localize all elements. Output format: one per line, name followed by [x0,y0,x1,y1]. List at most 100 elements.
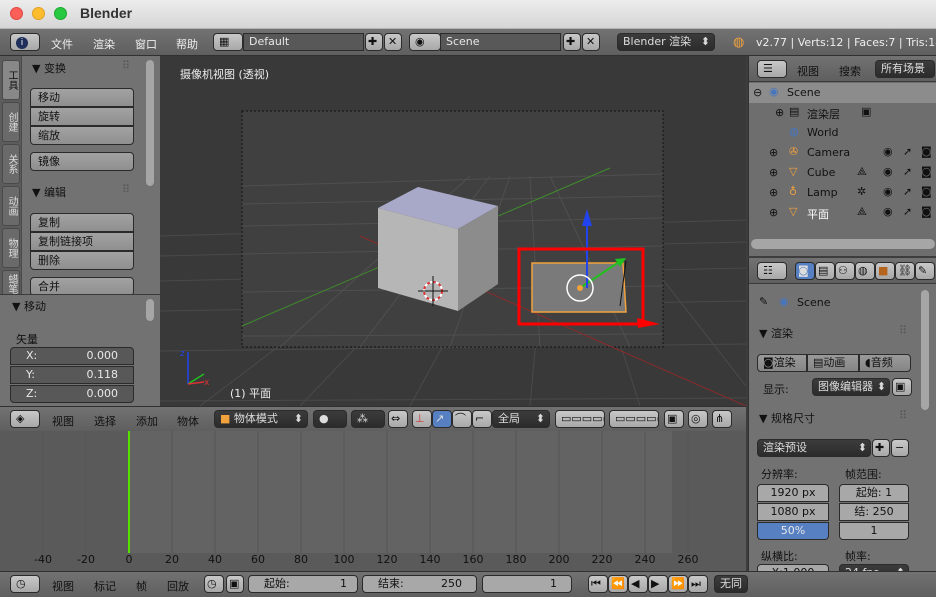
render-panel-title[interactable]: ▼ 渲染 [759,325,793,341]
editor-type-button[interactable]: i [10,33,40,51]
menu-select[interactable]: 选择 [94,413,116,429]
outliner-filter-dropdown[interactable]: 所有场景 [875,60,935,78]
jump-start-button[interactable]: ⏮ [588,575,608,593]
scene-field[interactable]: Scene [440,33,561,51]
expand-icon[interactable]: ⊕ [769,206,778,219]
editor-type-button[interactable]: ◈ [10,410,40,428]
render-animation-button[interactable]: ▤动画 [807,354,859,372]
tab-tools[interactable]: 工具 [2,60,20,100]
cube-object[interactable] [378,187,498,311]
vector-x-field[interactable]: X: 0.000 [10,347,134,365]
play-reverse-button[interactable]: ◀ [628,575,648,593]
outliner-row-lamp[interactable]: ⊕ ♁ Lamp ✲ ◉ ➚ ◙ [749,183,936,203]
pin-icon[interactable]: ✎ [759,295,768,308]
outliner-hscrollbar[interactable] [751,239,935,249]
render-engine-dropdown[interactable]: Blender 渲染 ⬍ [617,33,715,51]
3d-viewport[interactable]: z x 摄像机视图 (透视) (1) 平面 [160,56,746,406]
scrollbar-thumb[interactable] [146,299,154,321]
mode-dropdown[interactable]: ■ 物体模式 ⬍ [214,410,308,428]
remove-preset-button[interactable]: − [891,439,909,457]
move-button[interactable]: 移动 [30,88,134,107]
add-scene-button[interactable]: ✚ [563,33,581,51]
render-image-button[interactable]: ◙渲染 [757,354,807,372]
expand-icon[interactable]: ⊕ [769,186,778,199]
shading-dropdown[interactable]: ● [313,410,347,428]
frame-step-field[interactable]: 1 [839,522,909,540]
close-window-button[interactable] [10,7,23,20]
rotate-button[interactable]: 旋转 [30,107,134,126]
sync-dropdown[interactable]: 无同 [714,575,748,593]
operator-scrollbar[interactable] [146,299,154,321]
end-frame-field[interactable]: 结束: 250 [362,575,477,593]
remove-screen-button[interactable]: ✕ [384,33,402,51]
snap-button[interactable]: ⋔ [712,410,732,428]
scene-context-tab[interactable]: ⚇ [835,262,855,280]
display-dropdown[interactable]: 图像编辑器 ⬍ [812,378,890,396]
play-button[interactable]: ▶ [648,575,668,593]
tab-relations[interactable]: 关系 [2,144,20,184]
expand-icon[interactable]: ⊕ [775,106,784,119]
eye-icon[interactable]: ◉ [883,185,893,198]
render-context-tab[interactable]: ◙ [795,262,815,280]
scale-button[interactable]: 缩放 [30,126,134,145]
mirror-button[interactable]: 镜像 [30,152,134,171]
add-preset-button[interactable]: ✚ [872,439,890,457]
translate-manipulator[interactable]: ⊥ [412,410,432,428]
outliner-row-world[interactable]: ◍ World [749,123,936,143]
scale-manipulator[interactable]: ⌐ [472,410,492,428]
render-presets-dropdown[interactable]: 渲染预设 ⬍ [757,439,871,457]
drag-handle-icon[interactable]: ⠿ [899,324,907,337]
duplicate-linked-button[interactable]: 复制链接项 [30,232,134,251]
constraints-context-tab[interactable]: ⛓ [895,262,915,280]
outliner-row-render-layers[interactable]: ⊕ ▤ 渲染层 ▣ [749,103,936,123]
editor-type-button[interactable]: ☰ [757,60,787,78]
timeline[interactable]: -40 -20 0 20 40 60 80 100 120 140 160 180 200 220 240 2… [0,431,746,571]
menu-view[interactable]: 视图 [52,413,74,429]
vector-z-field[interactable]: Z: 0.000 [10,385,134,403]
outliner-row-camera[interactable]: ⊕ ✇ Camera ◉ ➚ ◙ [749,143,936,163]
menu-render[interactable]: 渲染 [93,36,115,52]
editor-type-button[interactable]: ☷ [757,262,787,280]
delete-button[interactable]: 删除 [30,251,134,270]
lock-interface-button[interactable]: ▣ [892,378,912,396]
screen-layout-selector[interactable]: ▦ [213,33,243,51]
frame-end-field[interactable]: 结: 250 [839,503,909,521]
outliner-row-plane[interactable]: ⊕ ▽ 平面 ⟁ ◉ ➚ ◙ [749,203,936,223]
edit-panel-title[interactable]: ▼ 编辑 [32,184,66,200]
proportional-edit-button[interactable]: ◎ [688,410,708,428]
drag-handle-icon[interactable]: ⠿ [122,59,130,72]
frame-start-field[interactable]: 起始: 1 [839,484,909,502]
current-frame-field[interactable]: 1 [482,575,572,593]
eye-icon[interactable]: ◉ [883,205,893,218]
expand-icon[interactable]: ⊕ [769,166,778,179]
dimensions-panel-title[interactable]: ▼ 规格尺寸 [759,410,815,426]
zoom-window-button[interactable] [54,7,67,20]
start-frame-field[interactable]: 起始: 1 [248,575,358,593]
menu-file[interactable]: 文件 [51,36,73,52]
collapse-icon[interactable]: ⊖ [753,86,762,99]
menu-marker[interactable]: 标记 [94,578,116,594]
menu-playback[interactable]: 回放 [167,578,189,594]
camera-render-icon[interactable]: ◙ [921,145,932,158]
rotate-manipulator[interactable]: ⌒ [452,410,472,428]
editor-type-button[interactable]: ◷ [10,575,40,593]
menu-view[interactable]: 视图 [52,578,74,594]
cursor-select-icon[interactable]: ➚ [903,185,912,198]
preview-range-button[interactable]: ◷ [204,575,224,593]
world-context-tab[interactable]: ◍ [855,262,875,280]
layer-buttons-2[interactable]: ▭▭▭▭▭ [609,410,659,428]
prev-keyframe-button[interactable]: ⏪ [608,575,628,593]
tab-physics[interactable]: 物理 [2,228,20,268]
remove-scene-button[interactable]: ✕ [582,33,600,51]
menu-search[interactable]: 搜索 [839,63,861,79]
scrollbar-thumb[interactable] [751,239,935,249]
menu-window[interactable]: 窗口 [135,36,157,52]
minimize-window-button[interactable] [32,7,45,20]
outliner-row-scene[interactable]: ⊖ ◉ Scene [749,83,936,103]
menu-add[interactable]: 添加 [136,413,158,429]
render-audio-button[interactable]: ◖音频 [859,354,911,372]
render-layers-context-tab[interactable]: ▤ [815,262,835,280]
lock-range-button[interactable]: ▣ [226,575,244,593]
cursor-select-icon[interactable]: ➚ [903,145,912,158]
object-context-tab[interactable]: ■ [875,262,895,280]
